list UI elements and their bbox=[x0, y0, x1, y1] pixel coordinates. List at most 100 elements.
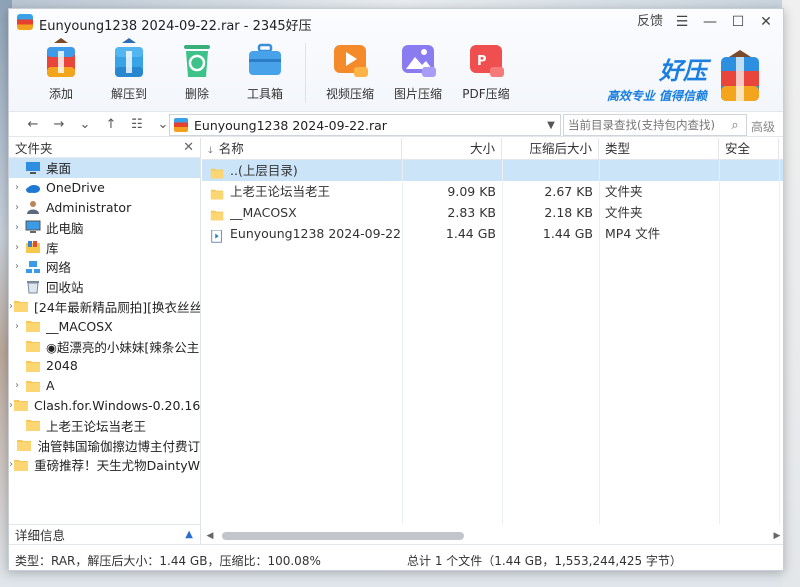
file-list: 🡓 名称 大小 压缩后大小 类型 安全 ..(上层目录) 上老王论坛当老王 9.09 … bbox=[202, 138, 783, 544]
expand-arrow-icon[interactable]: › bbox=[9, 222, 25, 233]
view-mode-icon[interactable]: ☷ bbox=[125, 115, 149, 135]
tree-item[interactable]: 上老王论坛当老王 bbox=[9, 415, 200, 435]
history-chevron-icon[interactable]: ⌄ bbox=[73, 115, 97, 135]
tree-item[interactable]: › Clash.for.Windows-0.20.16 bbox=[9, 396, 200, 416]
tree-item[interactable]: ◉超漂亮的小妹妹[辣条公主 bbox=[9, 336, 200, 356]
tree-item[interactable]: › OneDrive bbox=[9, 178, 200, 198]
feedback-button[interactable]: 反馈 bbox=[633, 12, 667, 32]
table-row[interactable]: Eunyoung1238 2024-09-22.... 1.44 GB 1.44 G… bbox=[202, 223, 783, 244]
close-button[interactable]: ✕ bbox=[753, 12, 779, 32]
tree-item[interactable]: › __MACOSX bbox=[9, 316, 200, 336]
folders-panel-header: 文件夹 ✕ bbox=[9, 138, 200, 158]
scroll-thumb[interactable] bbox=[222, 532, 464, 540]
expand-arrow-icon[interactable]: › bbox=[9, 182, 25, 193]
folder-icon bbox=[210, 165, 224, 179]
folder-icon bbox=[16, 438, 32, 452]
tree-item[interactable]: 回收站 bbox=[9, 277, 200, 297]
column-type[interactable]: 类型 bbox=[599, 138, 719, 160]
tree-item-label: Clash.for.Windows-0.20.16 bbox=[34, 397, 200, 413]
haozip-logo-icon bbox=[721, 50, 759, 101]
expand-arrow-icon[interactable]: › bbox=[9, 321, 25, 332]
cell-name: 上老王论坛当老王 bbox=[202, 181, 402, 202]
tree-item[interactable]: › [24年最新精品厕拍][换衣丝丝 bbox=[9, 297, 200, 317]
up-arrow-icon[interactable]: ↑ bbox=[99, 115, 123, 135]
expand-arrow-icon[interactable]: › bbox=[9, 380, 25, 391]
close-panel-icon[interactable]: ✕ bbox=[183, 140, 194, 155]
column-size[interactable]: 大小 bbox=[402, 138, 502, 160]
horizontal-scrollbar[interactable]: ◀ ▶ bbox=[202, 528, 783, 544]
tree-item[interactable]: › 此电脑 bbox=[9, 217, 200, 237]
toolbox-button[interactable]: 工具箱 bbox=[231, 37, 299, 103]
tree-item[interactable]: 桌面 bbox=[9, 158, 200, 178]
haozip-window: Eunyoung1238 2024-09-22.rar - 2345好压 反馈 … bbox=[8, 8, 784, 571]
toolbar: 添加 解压到 删除 工具箱 视频压缩 图片压缩 P PDF压缩 bbox=[27, 37, 520, 103]
path-field[interactable]: Eunyoung1238 2024-09-22.rar ▼ bbox=[169, 114, 561, 136]
toolbox-icon bbox=[249, 43, 281, 75]
chevron-up-icon[interactable]: ▲ bbox=[185, 529, 193, 540]
advanced-search-button[interactable]: 高级 bbox=[751, 118, 775, 135]
pdf-compress-button[interactable]: P PDF压缩 bbox=[452, 37, 520, 103]
folders-panel-title: 文件夹 bbox=[15, 141, 53, 156]
cell-size: 9.09 KB bbox=[447, 184, 496, 199]
folder-icon bbox=[13, 398, 29, 412]
cell-size bbox=[402, 160, 502, 181]
search-icon[interactable]: ⌕ bbox=[724, 118, 746, 133]
column-security[interactable]: 安全 bbox=[719, 138, 779, 160]
image-compress-button[interactable]: 图片压缩 bbox=[384, 37, 452, 103]
extract-button[interactable]: 解压到 bbox=[95, 37, 163, 103]
folders-panel: 文件夹 ✕ 桌面 › OneDrive › Administrator › 此电脑 › 库 › 网络… bbox=[9, 138, 201, 544]
tree-item[interactable]: 油管韩国瑜伽擦边博主付费订 bbox=[9, 435, 200, 455]
search-box: ⌕ bbox=[563, 114, 747, 136]
computer-icon bbox=[25, 220, 41, 234]
status-archive-info: 类型：RAR，解压后大小：1.44 GB，压缩比：100.08% bbox=[15, 554, 321, 568]
forward-arrow-icon[interactable]: → bbox=[47, 115, 71, 135]
tree-item-label: 2048 bbox=[46, 358, 78, 374]
menu-icon[interactable]: ☰ bbox=[669, 12, 695, 32]
tree-item[interactable]: › A bbox=[9, 376, 200, 396]
status-total-info: 总计 1 个文件（1.44 GB，1,553,244,425 字节） bbox=[407, 554, 682, 568]
tree-item[interactable]: 2048 bbox=[9, 356, 200, 376]
cell-packed-size bbox=[502, 160, 599, 181]
expand-arrow-icon[interactable]: › bbox=[9, 202, 25, 213]
video-compress-button[interactable]: 视频压缩 bbox=[316, 37, 384, 103]
expand-arrow-icon[interactable]: › bbox=[9, 261, 25, 272]
tree-item[interactable]: › 重磅推荐！天生尤物DaintyW bbox=[9, 455, 200, 475]
table-row[interactable]: ..(上层目录) bbox=[202, 160, 783, 181]
address-bar: ← → ⌄ ↑ ☷ ⌄ Eunyoung1238 2024-09-22.rar … bbox=[9, 111, 783, 137]
cell-packed-size: 1.44 GB bbox=[542, 226, 593, 241]
delete-button[interactable]: 删除 bbox=[163, 37, 231, 103]
brand-name: 好压 bbox=[659, 57, 707, 85]
search-input[interactable] bbox=[564, 118, 724, 132]
folder-icon bbox=[25, 379, 41, 393]
path-dropdown-icon[interactable]: ▼ bbox=[542, 120, 560, 131]
table-row[interactable]: 上老王论坛当老王 9.09 KB 2.67 KB 文件夹 bbox=[202, 181, 783, 202]
navigation-buttons: ← → ⌄ ↑ ☷ ⌄ bbox=[21, 115, 175, 135]
tree-item[interactable]: › 库 bbox=[9, 237, 200, 257]
extract-label: 解压到 bbox=[110, 87, 147, 101]
table-row[interactable]: __MACOSX 2.83 KB 2.18 KB 文件夹 bbox=[202, 202, 783, 223]
maximize-button[interactable]: ☐ bbox=[725, 12, 751, 32]
column-name[interactable]: 🡓 名称 bbox=[202, 138, 402, 160]
folder-icon bbox=[25, 418, 41, 432]
folder-icon bbox=[25, 339, 41, 353]
add-button[interactable]: 添加 bbox=[27, 37, 95, 103]
tree-item-label: 此电脑 bbox=[46, 220, 84, 236]
cell-packed-size: 2.67 KB bbox=[544, 184, 593, 199]
back-arrow-icon[interactable]: ← bbox=[21, 115, 45, 135]
minimize-button[interactable]: — bbox=[697, 12, 723, 32]
video-file-icon bbox=[210, 228, 224, 243]
tree-item-label: 回收站 bbox=[46, 280, 84, 296]
scroll-left-icon[interactable]: ◀ bbox=[202, 531, 218, 541]
tree-item-label: 网络 bbox=[46, 260, 72, 276]
tree-item[interactable]: › 网络 bbox=[9, 257, 200, 277]
video-compress-icon bbox=[334, 45, 368, 77]
tree-item[interactable]: › Administrator bbox=[9, 198, 200, 218]
expand-arrow-icon[interactable]: › bbox=[9, 242, 25, 253]
tree-item-label: 油管韩国瑜伽擦边博主付费订 bbox=[37, 438, 200, 454]
cell-size: 2.83 KB bbox=[447, 205, 496, 220]
scroll-right-icon[interactable]: ▶ bbox=[769, 531, 783, 541]
column-packed-size[interactable]: 压缩后大小 bbox=[502, 138, 599, 160]
folder-icon bbox=[13, 458, 29, 472]
details-bar[interactable]: 详细信息 ▲ bbox=[9, 524, 200, 544]
svg-text:P: P bbox=[477, 54, 487, 69]
